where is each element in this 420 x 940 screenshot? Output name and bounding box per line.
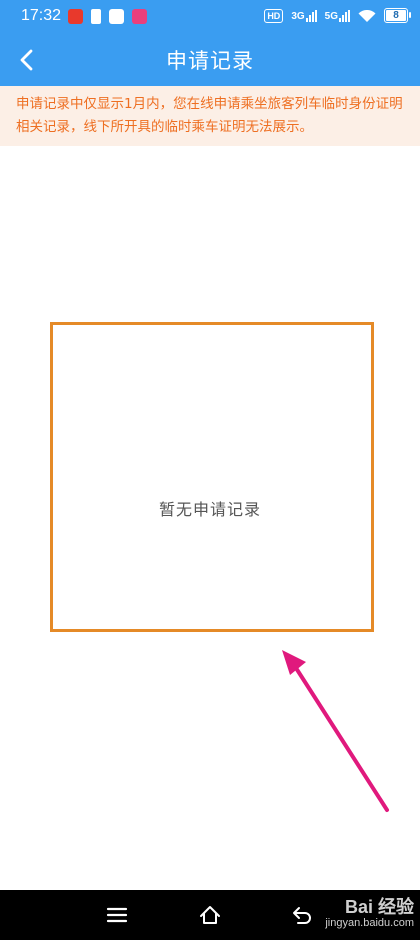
status-bar: 17:32 HD 3G 5G 8 bbox=[0, 0, 420, 33]
network-5g: 5G bbox=[324, 9, 350, 22]
system-nav-bar: Bai 经验 jingyan.baidu.com bbox=[0, 890, 420, 940]
browser-app-icon bbox=[109, 9, 124, 24]
signal-bars-icon bbox=[339, 9, 350, 22]
shopping-app-icon bbox=[132, 9, 147, 24]
back-icon[interactable] bbox=[290, 903, 314, 927]
watermark: Bai 经验 jingyan.baidu.com bbox=[325, 898, 414, 929]
header-bar: 申请记录 bbox=[0, 33, 420, 86]
hd-badge: HD bbox=[264, 8, 284, 23]
watermark-site: jingyan.baidu.com bbox=[325, 917, 414, 929]
notice-banner: 申请记录中仅显示1月内，您在线申请乘坐旅客列车临时身份证明相关记录，线下所开具的… bbox=[0, 86, 420, 146]
status-time: 17:32 bbox=[21, 7, 62, 24]
empty-state-text: 暂无申请记录 bbox=[158, 500, 261, 519]
notice-text: 申请记录中仅显示1月内，您在线申请乘坐旅客列车临时身份证明相关记录，线下所开具的… bbox=[16, 96, 403, 135]
battery-level: 8 bbox=[393, 10, 399, 21]
battery-saver-icon bbox=[91, 9, 101, 24]
battery-icon: 8 bbox=[384, 8, 411, 23]
wifi-icon bbox=[358, 9, 376, 22]
watermark-brand: Bai 经验 bbox=[344, 897, 414, 917]
signal-bars-icon bbox=[305, 9, 317, 22]
network-5g-label: 5G bbox=[324, 10, 338, 22]
notification-icons bbox=[68, 9, 147, 24]
system-icons: HD 3G 5G 8 bbox=[264, 8, 411, 23]
annotation-highlight-box bbox=[50, 322, 374, 632]
network-3g: 3G bbox=[291, 9, 317, 22]
news-app-icon bbox=[68, 9, 83, 24]
network-3g-label: 3G bbox=[291, 10, 305, 22]
home-icon[interactable] bbox=[198, 903, 222, 927]
menu-icon[interactable] bbox=[105, 903, 129, 927]
page-title: 申请记录 bbox=[166, 49, 254, 73]
